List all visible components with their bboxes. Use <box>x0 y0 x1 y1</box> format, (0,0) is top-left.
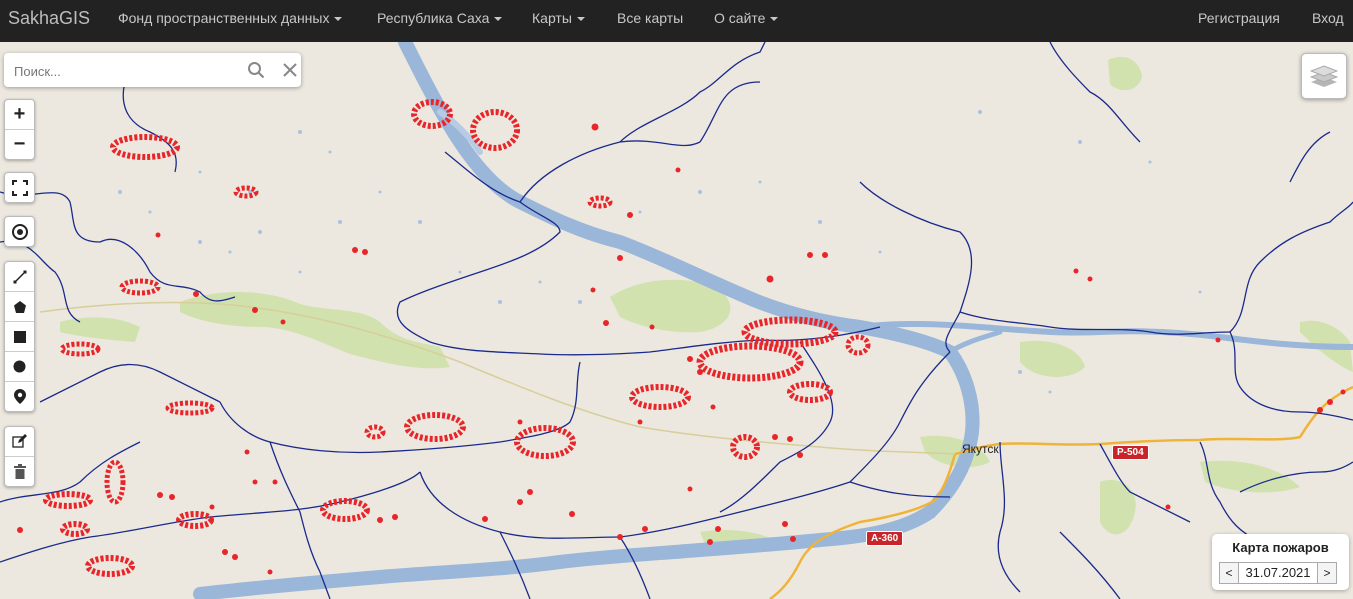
edit-icon <box>12 434 27 448</box>
search-icon[interactable] <box>247 61 265 79</box>
menu-spatial-data-fund[interactable]: Фонд пространственных данных <box>118 0 343 36</box>
caret-down-icon <box>334 17 343 22</box>
edit-layers-button[interactable] <box>5 427 34 457</box>
caret-down-icon <box>494 17 503 22</box>
caret-down-icon <box>770 17 779 22</box>
polyline-icon <box>13 270 26 283</box>
menu-about[interactable]: О сайте <box>714 0 779 36</box>
register-link[interactable]: Регистрация <box>1198 0 1280 36</box>
login-link[interactable]: Вход <box>1312 0 1344 36</box>
layers-icon <box>1310 65 1338 87</box>
draw-polygon-button[interactable] <box>5 292 34 322</box>
next-date-button[interactable]: > <box>1317 562 1337 584</box>
draw-toolbar <box>4 261 35 412</box>
draw-circle-button[interactable] <box>5 352 34 382</box>
fire-map-panel: Карта пожаров < 31.07.2021 > <box>1212 534 1349 590</box>
road-shield-r504: Р-504 <box>1112 445 1149 460</box>
polygon-icon <box>13 300 26 313</box>
fullscreen-icon <box>11 179 28 196</box>
zoom-out-button[interactable]: − <box>5 130 34 159</box>
menu-label: Республика Саха <box>377 10 490 26</box>
brand-logo[interactable]: SakhaGIS <box>8 0 90 36</box>
fullscreen-control <box>4 172 35 203</box>
menu-label: Карты <box>532 10 572 26</box>
close-icon[interactable] <box>281 61 299 79</box>
caret-down-icon <box>576 17 585 22</box>
zoom-in-button[interactable]: + <box>5 100 34 130</box>
locate-control <box>4 216 35 247</box>
menu-label: О сайте <box>714 10 766 26</box>
locate-icon <box>11 223 28 240</box>
trash-icon <box>13 464 26 479</box>
zoom-control: + − <box>4 99 35 160</box>
locate-button[interactable] <box>5 217 34 246</box>
search-box <box>4 53 301 87</box>
city-label-yakutsk: Якутск <box>962 442 999 456</box>
search-input[interactable] <box>12 59 241 83</box>
menu-maps[interactable]: Карты <box>532 0 585 36</box>
menu-label: Фонд пространственных данных <box>118 10 330 26</box>
road-shield-a360: А-360 <box>866 531 904 546</box>
draw-marker-button[interactable] <box>5 382 34 411</box>
draw-rectangle-button[interactable] <box>5 322 34 352</box>
menu-label: Все карты <box>617 10 684 26</box>
rectangle-icon <box>13 330 26 343</box>
edit-toolbar <box>4 426 35 487</box>
marker-icon <box>13 389 26 404</box>
date-navigator: < 31.07.2021 > <box>1219 562 1337 584</box>
fullscreen-button[interactable] <box>5 173 34 202</box>
menu-all-maps[interactable]: Все карты <box>617 0 683 36</box>
draw-polyline-button[interactable] <box>5 262 34 292</box>
delete-layers-button[interactable] <box>5 457 34 486</box>
fire-map-title: Карта пожаров <box>1232 540 1329 555</box>
current-date-field[interactable]: 31.07.2021 <box>1239 562 1317 584</box>
menu-republic-sakha[interactable]: Республика Саха <box>377 0 503 36</box>
prev-date-button[interactable]: < <box>1219 562 1239 584</box>
map-basemap <box>0 42 1353 599</box>
map-canvas[interactable]: Якутск Р-504 А-360 <box>0 42 1353 599</box>
layers-control-button[interactable] <box>1301 53 1347 99</box>
circle-icon <box>13 360 26 373</box>
top-navbar: SakhaGIS Фонд пространственных данных Ре… <box>0 0 1353 42</box>
